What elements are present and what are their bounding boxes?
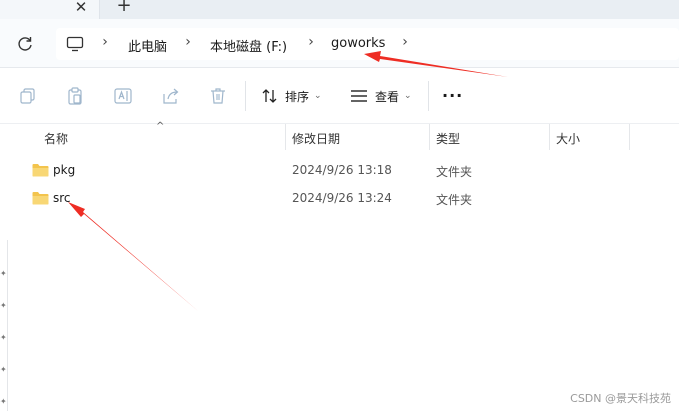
sort-label: 排序 xyxy=(285,89,310,104)
column-header: ^ 名称 修改日期 类型 大小 xyxy=(0,121,679,150)
file-type: 文件夹 xyxy=(436,193,473,207)
command-bar: 排序 ⌄ 查看 ⌄ ··· xyxy=(0,68,679,124)
breadcrumb-goworks[interactable]: goworks xyxy=(331,36,385,51)
annotation-arrow-to-src xyxy=(68,202,198,311)
file-name[interactable]: src xyxy=(53,191,71,205)
file-row[interactable]: pkg 2024/9/26 13:18 文件夹 xyxy=(24,156,679,184)
rename-icon[interactable] xyxy=(113,86,133,106)
this-pc-icon[interactable] xyxy=(66,36,84,52)
pin-icon[interactable]: ✦ xyxy=(0,270,8,278)
copy-icon[interactable] xyxy=(18,86,38,106)
sort-button[interactable]: 排序 ⌄ xyxy=(261,85,322,107)
pin-icon[interactable]: ✦ xyxy=(0,398,8,406)
navigation-pane-edge xyxy=(7,240,8,411)
toolbar-divider xyxy=(428,81,429,111)
chevron-down-icon: ⌄ xyxy=(404,91,412,101)
address-bar[interactable]: › 此电脑 › 本地磁盘 (F:) › goworks › xyxy=(56,28,679,60)
column-type[interactable]: 类型 xyxy=(436,130,460,147)
breadcrumb-separator[interactable]: › xyxy=(181,34,195,50)
column-name[interactable]: 名称 xyxy=(44,130,68,147)
breadcrumb-separator[interactable]: › xyxy=(398,34,412,50)
breadcrumb-separator[interactable]: › xyxy=(304,34,318,50)
chevron-down-icon: ⌄ xyxy=(314,91,322,101)
column-divider[interactable] xyxy=(549,124,550,150)
file-modified: 2024/9/26 13:18 xyxy=(292,163,392,177)
toolbar-divider xyxy=(245,81,246,111)
view-label: 查看 xyxy=(375,89,400,104)
paste-icon[interactable] xyxy=(65,86,85,106)
file-name[interactable]: pkg xyxy=(53,163,75,177)
pin-icon[interactable]: ✦ xyxy=(0,334,8,342)
file-type: 文件夹 xyxy=(436,165,473,179)
pin-icon[interactable]: ✦ xyxy=(0,366,8,374)
close-tab-icon[interactable]: ✕ xyxy=(72,0,90,16)
view-button[interactable]: 查看 ⌄ xyxy=(350,85,412,107)
more-options-button[interactable]: ··· xyxy=(442,86,463,105)
folder-icon xyxy=(32,164,49,177)
view-icon xyxy=(351,90,367,102)
share-icon[interactable] xyxy=(161,86,181,106)
column-divider[interactable] xyxy=(285,124,286,150)
breadcrumb-separator[interactable]: › xyxy=(98,34,112,50)
active-tab[interactable]: ✕ xyxy=(0,0,100,19)
watermark: CSDN @景天科技苑 xyxy=(570,392,671,405)
refresh-icon[interactable] xyxy=(14,33,36,55)
column-divider[interactable] xyxy=(629,124,630,150)
pin-icon[interactable]: ✦ xyxy=(0,302,8,310)
file-explorer-window: ✕ + › 此电脑 › 本地磁盘 (F:) › goworks › 排序 ⌄ 查… xyxy=(0,0,679,411)
breadcrumb-this-pc[interactable]: 此电脑 xyxy=(128,36,167,55)
column-divider[interactable] xyxy=(429,124,430,150)
column-size[interactable]: 大小 xyxy=(556,130,580,147)
sort-icon xyxy=(262,89,277,103)
file-modified: 2024/9/26 13:24 xyxy=(292,191,392,205)
file-row[interactable]: src 2024/9/26 13:24 文件夹 xyxy=(24,184,679,212)
tab-strip: ✕ + xyxy=(0,0,679,19)
address-row: › 此电脑 › 本地磁盘 (F:) › goworks › xyxy=(0,19,679,68)
folder-icon xyxy=(32,192,49,205)
column-modified[interactable]: 修改日期 xyxy=(292,130,340,147)
breadcrumb-drive-f[interactable]: 本地磁盘 (F:) xyxy=(210,36,287,55)
sort-ascending-icon: ^ xyxy=(156,121,165,132)
delete-icon[interactable] xyxy=(208,86,228,106)
new-tab-icon[interactable]: + xyxy=(115,0,133,15)
